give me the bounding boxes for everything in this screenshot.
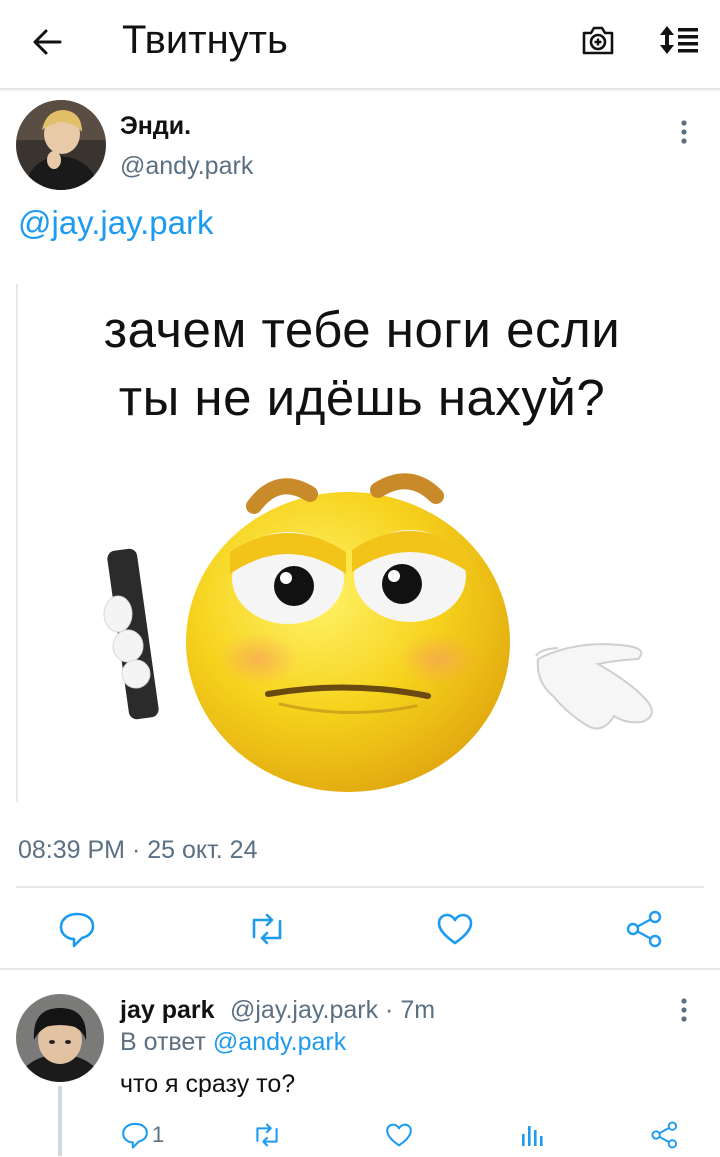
more-vertical-icon bbox=[681, 120, 687, 144]
reply-author-avatar[interactable] bbox=[16, 994, 104, 1082]
like-button[interactable] bbox=[432, 906, 478, 952]
like-icon bbox=[437, 913, 473, 945]
top-bar: Твитнуть bbox=[0, 0, 720, 90]
sort-button[interactable] bbox=[656, 20, 702, 60]
reply-more-button[interactable] bbox=[674, 996, 694, 1026]
back-button[interactable] bbox=[26, 22, 70, 62]
image-caption-line-2: ты не идёшь нахуй? bbox=[118, 369, 606, 426]
reply-icon bbox=[122, 1122, 148, 1149]
reply-icon bbox=[59, 912, 95, 948]
thread-line bbox=[58, 1086, 62, 1156]
image-caption-line-1: зачем тебе ноги если bbox=[103, 301, 621, 358]
share-icon bbox=[651, 1121, 678, 1149]
reply-text: что я сразу то? bbox=[120, 1070, 296, 1098]
author-display-name[interactable]: Энди. bbox=[120, 112, 191, 141]
arrow-left-icon bbox=[33, 29, 62, 55]
reply-retweet-button[interactable] bbox=[250, 1118, 284, 1152]
reply-stats-button[interactable] bbox=[516, 1118, 550, 1152]
divider bbox=[16, 886, 704, 888]
emoji-illustration bbox=[103, 473, 653, 792]
divider bbox=[0, 968, 720, 970]
author-avatar[interactable] bbox=[16, 100, 106, 190]
reply-reply-button[interactable] bbox=[118, 1118, 152, 1152]
page-title: Твитнуть bbox=[122, 18, 288, 62]
add-photo-button[interactable] bbox=[578, 20, 618, 60]
like-icon bbox=[386, 1123, 412, 1147]
share-icon bbox=[626, 910, 662, 948]
reply-author-name[interactable]: jay park bbox=[120, 996, 215, 1025]
tweet-image[interactable]: зачем тебе ноги если ты не идёшь нахуй? bbox=[16, 284, 706, 802]
reply-count: 1 bbox=[152, 1122, 165, 1147]
share-button[interactable] bbox=[622, 906, 668, 952]
tweet-mention-link[interactable]: @jay.jay.park bbox=[18, 204, 214, 242]
tweet-more-button[interactable] bbox=[674, 118, 694, 148]
retweet-icon bbox=[256, 1123, 278, 1147]
reply-button[interactable] bbox=[54, 906, 100, 952]
sort-icon bbox=[660, 26, 698, 54]
stats-icon bbox=[522, 1126, 543, 1146]
reply-author-meta: @jay.jay.park · 7m bbox=[230, 996, 436, 1024]
retweet-button[interactable] bbox=[244, 906, 290, 952]
tweet-timestamp: 08:39 PM · 25 окт. 24 bbox=[18, 836, 258, 864]
in-reply-to-mention[interactable]: @andy.park bbox=[213, 1028, 346, 1056]
author-handle[interactable]: @andy.park bbox=[120, 152, 253, 181]
camera-icon bbox=[582, 26, 614, 55]
reply-share-button[interactable] bbox=[648, 1118, 682, 1152]
in-reply-to-label: В ответ bbox=[120, 1028, 206, 1056]
more-vertical-icon bbox=[681, 998, 687, 1022]
retweet-icon bbox=[252, 913, 282, 945]
reply-like-button[interactable] bbox=[382, 1118, 416, 1152]
in-reply-to: В ответ @andy.park bbox=[120, 1028, 346, 1057]
